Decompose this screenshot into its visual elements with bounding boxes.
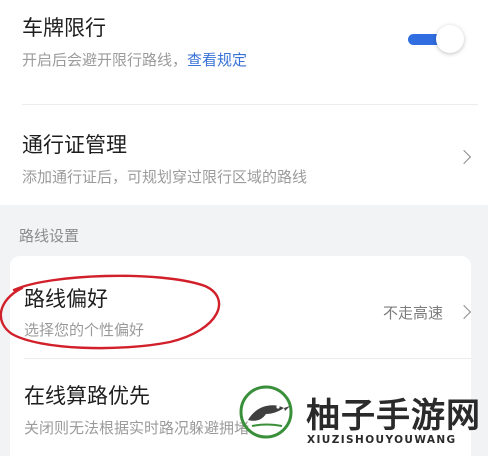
online-routing-title: 在线算路优先 <box>24 384 150 408</box>
red-circle-annotation <box>0 274 221 350</box>
permit-management-subtitle: 添加通行证后，可规划穿过限行区域的路线 <box>22 168 308 186</box>
view-rules-link[interactable]: 查看规定 <box>187 51 247 69</box>
divider <box>24 358 471 359</box>
online-routing-subtitle: 关闭则无法根据实时路况躲避拥堵 <box>24 419 250 437</box>
top-settings-card: 车牌限行 开启后会避开限行路线，查看规定 通行证管理 添加通行证后，可规划穿过限… <box>0 0 488 205</box>
watermark-title: 柚子手游网 <box>306 396 481 436</box>
chevron-right-icon <box>456 149 472 165</box>
plate-restriction-toggle[interactable] <box>408 24 464 56</box>
divider <box>22 104 478 105</box>
route-preference-value: 不走高速 <box>383 304 444 322</box>
plate-restriction-desc: 开启后会避开限行路线， <box>22 51 188 69</box>
permit-management-title: 通行证管理 <box>22 133 127 157</box>
bird-logo-icon <box>239 385 293 439</box>
watermark-subtitle: XIUZISHOUYOUWANG <box>307 434 457 446</box>
plate-restriction-title: 车牌限行 <box>22 16 106 40</box>
route-settings-header: 路线设置 <box>19 227 80 245</box>
toggle-knob <box>436 25 464 53</box>
plate-restriction-subtitle: 开启后会避开限行路线，查看规定 <box>22 49 247 70</box>
watermark: 柚子手游网 XIUZISHOUYOUWANG <box>236 382 488 453</box>
